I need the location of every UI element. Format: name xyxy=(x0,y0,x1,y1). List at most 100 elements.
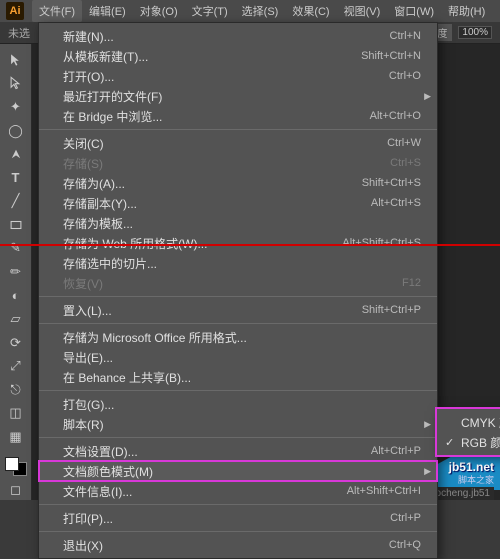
file-menu-item[interactable]: 存储为 Microsoft Office 所用格式... xyxy=(39,327,437,347)
menu-item-label: 从模板新建(T)... xyxy=(63,48,361,65)
menu-item-label: 存储(S) xyxy=(63,155,390,172)
menu-item[interactable]: 帮助(H) xyxy=(441,0,492,22)
magic-wand-tool[interactable]: ✦ xyxy=(5,97,27,117)
file-menu-item[interactable]: 打印(P)...Ctrl+P xyxy=(39,508,437,528)
menu-item-label: 存储为 Microsoft Office 所用格式... xyxy=(63,329,421,346)
menu-item[interactable]: 文字(T) xyxy=(185,0,235,22)
file-menu-item[interactable]: 存储副本(Y)...Alt+Ctrl+S xyxy=(39,193,437,213)
watermark-site: jb51.net xyxy=(449,460,494,474)
file-menu-item[interactable]: 从模板新建(T)...Shift+Ctrl+N xyxy=(39,46,437,66)
toolbox: ✦ ◯ T ╱ ✎ ✏ ◐ ▱ ⟳ ⤢ ⎋ ◫ ▦ ◻ xyxy=(0,44,32,500)
blob-brush-tool[interactable]: ◐ xyxy=(5,286,27,306)
pencil-tool[interactable]: ✏ xyxy=(5,262,27,282)
menu-item-shortcut: Shift+Ctrl+S xyxy=(362,177,421,189)
menu-item-shortcut: Ctrl+O xyxy=(389,70,421,82)
file-menu-item[interactable]: 脚本(R)▶ xyxy=(39,414,437,434)
type-tool[interactable]: T xyxy=(5,168,27,188)
width-tool[interactable]: ⎋ xyxy=(5,380,27,400)
file-menu-item[interactable]: 关闭(C)Ctrl+W xyxy=(39,133,437,153)
file-menu-item[interactable]: 文档设置(D)...Alt+Ctrl+P xyxy=(39,441,437,461)
shape-builder-tool[interactable]: ◫ xyxy=(5,404,27,424)
file-menu-item[interactable]: 导出(E)... xyxy=(39,347,437,367)
file-menu-item[interactable]: 打开(O)...Ctrl+O xyxy=(39,66,437,86)
file-menu-item: 恢复(V)F12 xyxy=(39,273,437,293)
annotation-line xyxy=(0,244,500,246)
fill-color[interactable] xyxy=(5,457,19,471)
direct-selection-tool[interactable] xyxy=(5,74,27,94)
menu-item-label: 退出(X) xyxy=(63,537,389,554)
color-mode-option[interactable]: CMYK 颜色(C) xyxy=(437,412,500,432)
menu-item-label: 文件信息(I)... xyxy=(63,483,347,500)
menu-item-label: 在 Bridge 中浏览... xyxy=(63,108,370,125)
menu-item-label: 新建(N)... xyxy=(63,28,390,45)
file-menu-item[interactable]: 文件信息(I)...Alt+Shift+Ctrl+I xyxy=(39,481,437,501)
rotate-tool[interactable]: ⟳ xyxy=(5,333,27,353)
menu-item[interactable]: 文件(F) xyxy=(32,0,82,22)
menu-item-label: 存储为 Web 所用格式(W)... xyxy=(63,235,342,252)
menu-item[interactable]: 对象(O) xyxy=(133,0,185,22)
menu-item-shortcut: Alt+Shift+Ctrl+I xyxy=(347,485,421,497)
file-menu-item[interactable]: 退出(X)Ctrl+Q xyxy=(39,535,437,555)
gradient-tool[interactable]: ▦ xyxy=(5,427,27,447)
submenu-item-label: RGB 颜色(R) xyxy=(461,434,500,451)
menu-item-label: 恢复(V) xyxy=(63,275,402,292)
file-menu-item[interactable]: 新建(N)...Ctrl+N xyxy=(39,26,437,46)
file-menu-item[interactable]: 存储为 Web 所用格式(W)...Alt+Shift+Ctrl+S xyxy=(39,233,437,253)
menu-item-shortcut: Shift+Ctrl+P xyxy=(362,304,421,316)
menu-item[interactable]: 编辑(E) xyxy=(82,0,133,22)
pen-tool[interactable] xyxy=(5,144,27,164)
selection-tool[interactable] xyxy=(5,50,27,70)
menu-separator xyxy=(39,504,437,505)
menu-separator xyxy=(39,390,437,391)
menu-item[interactable]: 窗口(W) xyxy=(387,0,441,22)
lasso-tool[interactable]: ◯ xyxy=(5,121,27,141)
file-menu-item[interactable]: 存储为模板... xyxy=(39,213,437,233)
draw-mode-normal[interactable]: ◻ xyxy=(5,480,27,500)
color-mode-option[interactable]: ✓RGB 颜色(R) xyxy=(437,432,500,452)
menu-item-label: 存储为模板... xyxy=(63,215,421,232)
watermark-tag: 脚本之家 xyxy=(458,473,494,486)
color-swatch[interactable] xyxy=(5,457,27,477)
rectangle-tool[interactable] xyxy=(5,215,27,235)
menu-item[interactable]: 选择(S) xyxy=(235,0,286,22)
menu-item-label: 置入(L)... xyxy=(63,302,362,319)
file-menu-item[interactable]: 存储为(A)...Shift+Ctrl+S xyxy=(39,173,437,193)
menu-separator xyxy=(39,437,437,438)
submenu-arrow-icon: ▶ xyxy=(424,91,431,102)
line-tool[interactable]: ╱ xyxy=(5,191,27,211)
menu-item-shortcut: Alt+Ctrl+O xyxy=(370,110,421,122)
color-mode-submenu: CMYK 颜色(C)✓RGB 颜色(R) xyxy=(436,408,500,456)
menu-item-label: 打印(P)... xyxy=(63,510,390,527)
file-menu-item[interactable]: 打包(G)... xyxy=(39,394,437,414)
opacity-value[interactable]: 100% xyxy=(458,26,492,39)
menu-item[interactable]: 视图(V) xyxy=(337,0,388,22)
menu-item-shortcut: Ctrl+S xyxy=(390,157,421,169)
menu-item-shortcut: Ctrl+N xyxy=(390,30,421,42)
menu-item-label: 关闭(C) xyxy=(63,135,387,152)
menu-item-label: 文档设置(D)... xyxy=(63,443,371,460)
menu-separator xyxy=(39,323,437,324)
file-menu-item[interactable]: 置入(L)...Shift+Ctrl+P xyxy=(39,300,437,320)
file-menu-item[interactable]: 在 Bridge 中浏览...Alt+Ctrl+O xyxy=(39,106,437,126)
menu-item-shortcut: Shift+Ctrl+N xyxy=(361,50,421,62)
menu-separator xyxy=(39,531,437,532)
eraser-tool[interactable]: ▱ xyxy=(5,309,27,329)
menu-item-shortcut: Alt+Ctrl+S xyxy=(371,197,421,209)
menu-separator xyxy=(39,129,437,130)
file-menu-item[interactable]: 最近打开的文件(F)▶ xyxy=(39,86,437,106)
menu-item-label: 文档颜色模式(M) xyxy=(63,463,421,480)
file-menu-item[interactable]: 文档颜色模式(M)▶ xyxy=(39,461,437,481)
file-menu-item[interactable]: 在 Behance 上共享(B)... xyxy=(39,367,437,387)
submenu-item-label: CMYK 颜色(C) xyxy=(461,414,500,431)
menu-separator xyxy=(39,296,437,297)
menu-item-label: 存储为(A)... xyxy=(63,175,362,192)
menu-item-shortcut: Ctrl+W xyxy=(387,137,421,149)
menu-item-shortcut: Ctrl+P xyxy=(390,512,421,524)
menu-item-label: 在 Behance 上共享(B)... xyxy=(63,369,421,386)
menu-item[interactable]: 效果(C) xyxy=(285,0,336,22)
paintbrush-tool[interactable]: ✎ xyxy=(5,239,27,259)
menubar: Ai 文件(F)编辑(E)对象(O)文字(T)选择(S)效果(C)视图(V)窗口… xyxy=(0,0,500,22)
file-menu-item[interactable]: 存储选中的切片... xyxy=(39,253,437,273)
scale-tool[interactable]: ⤢ xyxy=(5,357,27,377)
menu-item-label: 打开(O)... xyxy=(63,68,389,85)
